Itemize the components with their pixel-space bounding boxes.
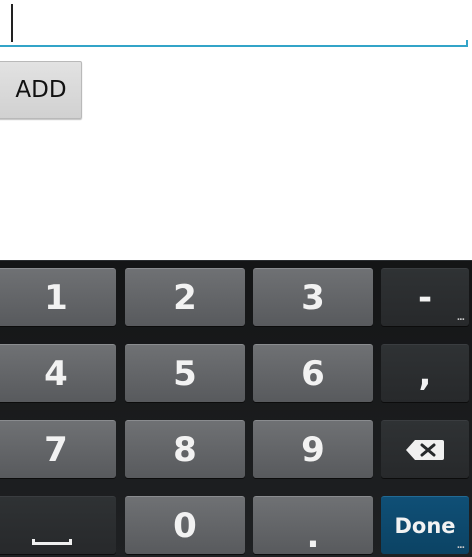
key-period-label: .: [306, 515, 320, 556]
done-more-indicator: ...: [456, 541, 465, 551]
input-underline: [0, 45, 468, 47]
add-button[interactable]: ADD: [0, 61, 82, 119]
key-5-label: 5: [173, 353, 197, 394]
input-underline-cap: [466, 40, 468, 47]
key-6[interactable]: 6: [253, 344, 373, 402]
key-minus[interactable]: - ...: [381, 268, 469, 326]
key-7[interactable]: 7: [0, 420, 116, 478]
done-button[interactable]: Done ...: [381, 496, 469, 554]
key-comma-label: ,: [418, 353, 432, 394]
key-backspace[interactable]: [381, 420, 469, 478]
key-0[interactable]: 0: [125, 496, 245, 554]
key-0-label: 0: [173, 505, 197, 546]
key-4[interactable]: 4: [0, 344, 116, 402]
key-1[interactable]: 1: [0, 268, 116, 326]
key-3[interactable]: 3: [253, 268, 373, 326]
key-7-label: 7: [44, 429, 68, 470]
key-minus-label: -: [417, 277, 433, 318]
more-keys-indicator: ...: [456, 313, 465, 323]
text-cursor: [11, 4, 13, 42]
key-4-label: 4: [44, 353, 68, 394]
key-6-label: 6: [301, 353, 325, 394]
key-comma[interactable]: ,: [381, 344, 469, 402]
key-2[interactable]: 2: [125, 268, 245, 326]
key-3-label: 3: [301, 277, 325, 318]
key-9-label: 9: [301, 429, 325, 470]
key-space[interactable]: [0, 496, 116, 554]
numeric-keyboard: 1 2 3 - ... 4 5 6 , 7 8 9 0 . Done ...: [0, 260, 472, 557]
key-period[interactable]: .: [253, 496, 373, 556]
text-input[interactable]: [0, 0, 468, 47]
key-1-label: 1: [44, 277, 68, 318]
key-5[interactable]: 5: [125, 344, 245, 402]
key-2-label: 2: [173, 277, 197, 318]
space-icon: [32, 539, 72, 545]
key-8[interactable]: 8: [125, 420, 245, 478]
backspace-icon: [406, 439, 444, 460]
key-9[interactable]: 9: [253, 420, 373, 478]
done-label: Done: [394, 513, 456, 538]
key-8-label: 8: [173, 429, 197, 470]
